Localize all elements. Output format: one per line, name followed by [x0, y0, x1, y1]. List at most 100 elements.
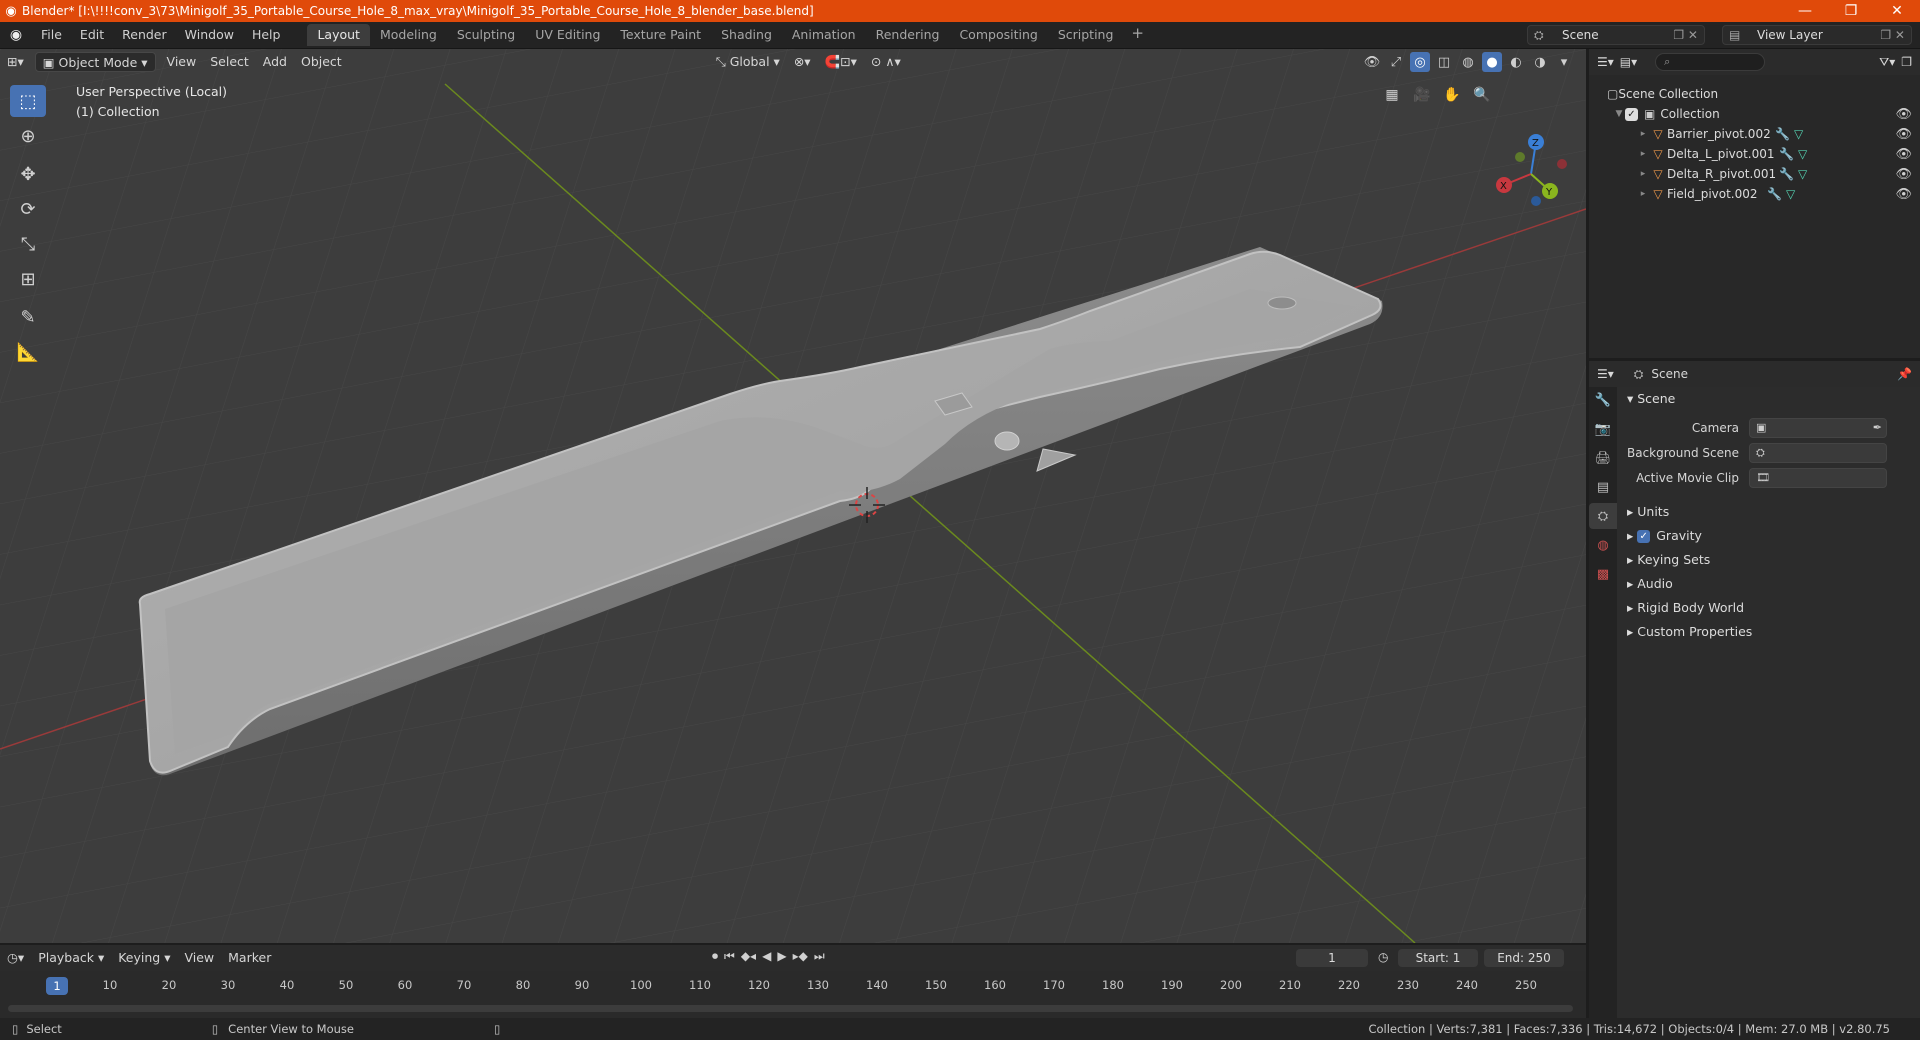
material-shading-icon[interactable]: ◐	[1506, 52, 1526, 72]
object-visibility-icon[interactable]: 👁	[1895, 147, 1912, 162]
frame-rate-icon[interactable]: ◷	[1378, 950, 1388, 964]
tab-layout[interactable]: Layout	[307, 24, 370, 46]
expand-object-icon[interactable]: ▸	[1637, 129, 1649, 139]
scene-panel-header[interactable]: ▾ Scene	[1621, 387, 1920, 411]
object-visibility-icon[interactable]: 👁	[1895, 167, 1912, 182]
tab-rendering[interactable]: Rendering	[866, 24, 950, 46]
view-layer-selector[interactable]: ▤ View Layer ❐ ✕	[1722, 25, 1912, 45]
current-frame-indicator[interactable]: 1	[46, 977, 68, 995]
keying-sets-panel[interactable]: ▸ Keying Sets	[1621, 548, 1920, 572]
tool-tab-icon[interactable]: 🔧	[1589, 387, 1617, 413]
move-tool-icon[interactable]: ✥	[10, 158, 46, 190]
expand-object-icon[interactable]: ▸	[1637, 189, 1649, 199]
expand-object-icon[interactable]: ▸	[1637, 149, 1649, 159]
tab-sculpting[interactable]: Sculpting	[447, 24, 525, 46]
jump-end-icon[interactable]: ⏭	[814, 949, 825, 964]
expand-object-icon[interactable]: ▸	[1637, 169, 1649, 179]
outliner-editor-icon[interactable]: ☰▾	[1597, 55, 1614, 69]
view-layer-tab-icon[interactable]: ▤	[1589, 474, 1617, 500]
menu-window[interactable]: Window	[176, 24, 243, 46]
menu-view[interactable]: View	[160, 52, 204, 72]
snap-icon[interactable]: 🧲⊡▾	[818, 52, 864, 72]
timeline-ruler[interactable]: 1 10 20 30 40 50 60 70 80 90 100 110 120…	[0, 975, 1586, 997]
current-frame-field[interactable]: 1	[1296, 949, 1368, 967]
next-keyframe-icon[interactable]: ▸◆	[793, 949, 808, 964]
menu-select[interactable]: Select	[203, 52, 256, 72]
outliner-collection[interactable]: ▼ ✓ ▣ Collection 👁	[1589, 104, 1920, 124]
menu-render[interactable]: Render	[113, 24, 176, 46]
units-panel[interactable]: ▸ Units	[1621, 500, 1920, 524]
camera-field[interactable]: ▣ ✒	[1749, 417, 1887, 438]
solid-shading-icon[interactable]: ●	[1482, 52, 1502, 72]
menu-add[interactable]: Add	[256, 52, 294, 72]
timeline-scrollbar[interactable]	[8, 1005, 1573, 1012]
object-visibility-icon[interactable]: 👁	[1895, 127, 1912, 142]
object-visibility-icon[interactable]: 👁	[1895, 187, 1912, 202]
tab-uv-editing[interactable]: UV Editing	[525, 24, 610, 46]
menu-object[interactable]: Object	[294, 52, 349, 72]
xray-toggle-icon[interactable]: ◫	[1434, 52, 1454, 72]
menu-playback[interactable]: Playback ▾	[31, 948, 111, 968]
eyedropper-icon[interactable]: ✒	[1873, 419, 1882, 437]
menu-timeline-view[interactable]: View	[177, 948, 221, 968]
visibility-icon[interactable]: 👁	[1362, 52, 1382, 72]
add-workspace-button[interactable]: +	[1123, 24, 1152, 46]
outliner-search-input[interactable]: ⌕	[1655, 53, 1766, 71]
play-reverse-icon[interactable]: ◀	[762, 949, 771, 964]
gizmo-toggle-icon[interactable]: ⤢	[1386, 52, 1406, 72]
collection-checkbox[interactable]: ✓	[1625, 107, 1638, 121]
3d-viewport[interactable]: Z X Y ⊞▾ ▣ Object Mode ▾ View Select Add…	[0, 49, 1586, 943]
play-icon[interactable]: ▶	[777, 949, 786, 964]
grid-view-icon[interactable]: ▦	[1380, 83, 1404, 107]
end-frame-field[interactable]: End: 250	[1484, 949, 1564, 967]
rigid-body-world-panel[interactable]: ▸ Rigid Body World	[1621, 596, 1920, 620]
audio-panel[interactable]: ▸ Audio	[1621, 572, 1920, 596]
menu-edit[interactable]: Edit	[71, 24, 113, 46]
scale-tool-icon[interactable]: ⤡	[10, 228, 46, 260]
rotate-tool-icon[interactable]: ⟳	[10, 193, 46, 225]
active-movie-clip-field[interactable]: 🎞	[1749, 467, 1887, 488]
menu-marker[interactable]: Marker	[221, 948, 278, 968]
properties-editor-icon[interactable]: ☰▾	[1597, 367, 1614, 381]
menu-file[interactable]: File	[32, 24, 71, 46]
tab-scripting[interactable]: Scripting	[1048, 24, 1124, 46]
wireframe-shading-icon[interactable]: ◍	[1458, 52, 1478, 72]
new-collection-icon[interactable]: ❐	[1901, 55, 1912, 69]
cursor-tool-icon[interactable]: ⊕	[10, 120, 46, 152]
collection-visibility-icon[interactable]: 👁	[1895, 107, 1912, 122]
filter-icon[interactable]: ⛛▾	[1879, 55, 1895, 70]
select-box-tool-icon[interactable]: ⬚	[10, 85, 46, 117]
timeline-editor-icon[interactable]: ◷▾	[0, 948, 31, 968]
transform-orientation[interactable]: ⤡ Global ▾	[709, 52, 787, 72]
gravity-checkbox[interactable]: ✓	[1637, 529, 1651, 543]
close-button[interactable]: ✕	[1874, 3, 1920, 19]
editor-type-icon[interactable]: ⊞▾	[0, 52, 31, 72]
maximize-button[interactable]: ❐	[1828, 3, 1874, 19]
proportional-edit-icon[interactable]: ⊙ ∧▾	[864, 52, 908, 72]
render-tab-icon[interactable]: 📷	[1589, 416, 1617, 442]
overlay-toggle-icon[interactable]: ◎	[1410, 52, 1430, 72]
outliner-object-row[interactable]: ▸ ▽ Barrier_pivot.002 🔧 ▽ 👁	[1589, 124, 1920, 144]
texture-tab-icon[interactable]: ▩	[1589, 561, 1617, 587]
menu-keying[interactable]: Keying ▾	[111, 948, 177, 968]
outliner-object-row[interactable]: ▸ ▽ Field_pivot.002 🔧 ▽ 👁	[1589, 184, 1920, 204]
jump-start-icon[interactable]: ⏮	[724, 949, 735, 964]
start-frame-field[interactable]: Start: 1	[1398, 949, 1478, 967]
camera-view-icon[interactable]: 🎥	[1410, 83, 1434, 107]
scene-selector[interactable]: ⛭ Scene ❐ ✕	[1527, 25, 1705, 45]
background-scene-field[interactable]: ⛭	[1749, 442, 1887, 463]
pin-icon[interactable]: 📌	[1897, 367, 1912, 381]
tab-texture-paint[interactable]: Texture Paint	[610, 24, 711, 46]
annotate-tool-icon[interactable]: ✎	[10, 301, 46, 333]
zoom-icon[interactable]: 🔍	[1470, 83, 1494, 107]
new-view-layer-icon[interactable]: ❐ ✕	[1880, 26, 1905, 44]
measure-tool-icon[interactable]: 📐	[10, 336, 46, 368]
pan-hand-icon[interactable]: ✋	[1440, 83, 1464, 107]
output-tab-icon[interactable]: 🖨	[1589, 445, 1617, 471]
outliner-object-row[interactable]: ▸ ▽ Delta_L_pivot.001 🔧 ▽ 👁	[1589, 144, 1920, 164]
outliner-scene-collection[interactable]: ▢ Scene Collection	[1589, 84, 1920, 104]
custom-properties-panel[interactable]: ▸ Custom Properties	[1621, 620, 1920, 644]
mode-selector[interactable]: ▣ Object Mode ▾	[34, 52, 156, 72]
outliner-object-row[interactable]: ▸ ▽ Delta_R_pivot.001 🔧 ▽ 👁	[1589, 164, 1920, 184]
menu-help[interactable]: Help	[243, 24, 290, 46]
